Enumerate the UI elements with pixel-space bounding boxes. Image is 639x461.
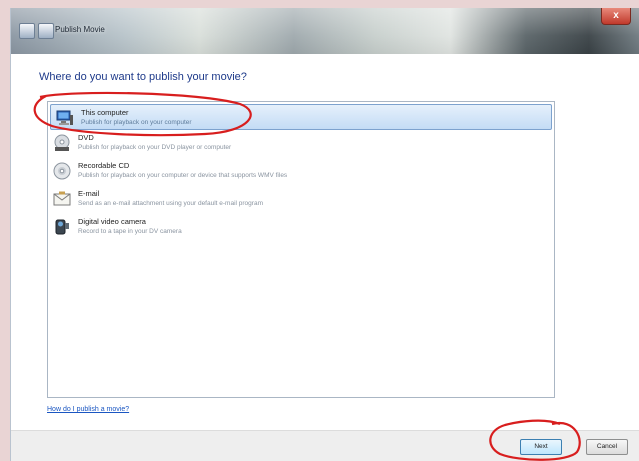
- option-dvd[interactable]: DVD Publish for playback on your DVD pla…: [48, 130, 554, 158]
- email-icon: [53, 190, 71, 208]
- cancel-button[interactable]: Cancel: [586, 439, 628, 455]
- option-description: Send as an e-mail attachment using your …: [78, 200, 263, 207]
- option-name: Digital video camera: [78, 217, 146, 226]
- dvd-icon: [53, 134, 71, 152]
- next-button[interactable]: Next: [520, 439, 562, 455]
- option-recordable-cd[interactable]: Recordable CD Publish for playback on yo…: [48, 158, 554, 186]
- option-description: Record to a tape in your DV camera: [78, 228, 182, 235]
- title-bar-glass: [11, 8, 639, 54]
- publish-destination-list: This computer Publish for playback on yo…: [47, 101, 555, 398]
- option-name: Recordable CD: [78, 161, 130, 170]
- title-bar[interactable]: Publish Movie x: [11, 8, 639, 54]
- option-digital-video-camera[interactable]: Digital video camera Record to a tape in…: [48, 214, 554, 242]
- dialog-footer: Next Cancel: [11, 430, 639, 461]
- camcorder-icon: [53, 218, 71, 236]
- option-email[interactable]: E-mail Send as an e-mail attachment usin…: [48, 186, 554, 214]
- option-name: E-mail: [78, 189, 100, 198]
- app-icon: [38, 23, 54, 39]
- option-this-computer[interactable]: This computer Publish for playback on yo…: [50, 104, 552, 130]
- page-heading: Where do you want to publish your movie?: [39, 71, 247, 83]
- window-title: Publish Movie: [55, 25, 105, 34]
- publish-movie-dialog: Publish Movie x Where do you want to pub…: [10, 8, 639, 461]
- help-link[interactable]: How do I publish a movie?: [47, 406, 129, 413]
- cd-icon: [53, 162, 71, 180]
- option-description: Publish for playback on your computer: [81, 119, 192, 126]
- option-description: Publish for playback on your DVD player …: [78, 144, 232, 151]
- option-name: DVD: [78, 133, 94, 142]
- title-icons: [19, 23, 54, 39]
- close-button[interactable]: x: [601, 8, 631, 25]
- computer-icon: [56, 109, 74, 127]
- option-description: Publish for playback on your computer or…: [78, 172, 288, 179]
- back-icon[interactable]: [19, 23, 35, 39]
- option-name: This computer: [81, 108, 129, 117]
